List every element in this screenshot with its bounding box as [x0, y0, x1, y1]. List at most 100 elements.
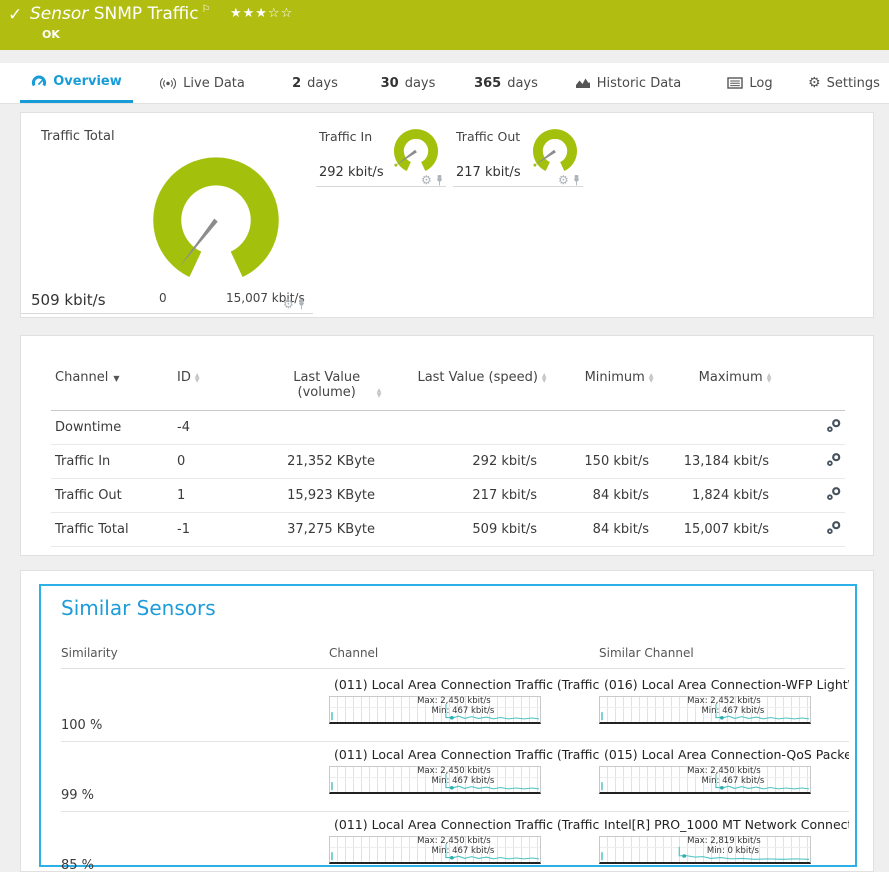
sensor-kind-label: Sensor	[30, 4, 88, 24]
tab-30-days[interactable]: 30 days	[376, 63, 440, 103]
similar-sensors-box: Similar Sensors Similarity Channel Simil…	[39, 584, 857, 867]
similarity-value: 100 %	[61, 718, 329, 741]
sort-desc-icon: ▼	[113, 374, 119, 383]
priority-stars[interactable]: ★★★☆☆	[230, 6, 293, 21]
sensor-name: SNMP Traffic	[94, 4, 199, 24]
col-last-value-speed[interactable]: Last Value (speed)▲▼	[401, 364, 563, 411]
similar-sensors-rows: 100 % (011) Local Area Connection Traffi…	[61, 672, 849, 872]
traffic-in-gauge	[387, 123, 445, 177]
gauges-panel: Traffic Total 0 15,007 kbit/s 509 kbit/s…	[20, 112, 874, 318]
gear-icon[interactable]: ⚙	[421, 174, 432, 186]
col-channel: Channel	[329, 646, 599, 660]
sort-icon: ▲▼	[195, 373, 200, 383]
col-similar-channel: Similar Channel	[599, 646, 845, 660]
sort-icon: ▲▼	[377, 388, 382, 398]
col-maximum[interactable]: Maximum▲▼	[675, 364, 795, 411]
status-badge: OK	[42, 28, 60, 41]
sort-icon: ▲▼	[649, 373, 654, 383]
gauge-total-actions: ⚙	[283, 298, 306, 310]
broadcast-icon	[159, 77, 177, 90]
col-last-value-volume[interactable]: Last Value (volume)▲▼	[261, 364, 401, 411]
similarity-value: 85 %	[61, 858, 329, 872]
similar-sensors-header: Similarity Channel Similar Channel	[61, 646, 845, 669]
tab-live-data[interactable]: Live Data	[152, 63, 252, 103]
gauge-total-value: 509 kbit/s	[31, 291, 106, 309]
table-row: Traffic Out 1 15,923 KByte 217 kbit/s 84…	[51, 479, 845, 513]
mini-graph: Max: 2,452 kbit/s Min: 467 kbit/s	[599, 696, 811, 724]
sensor-title: Sensor SNMP Traffic⚐ ★★★☆☆	[30, 4, 293, 24]
sensor-header: ✓ Sensor SNMP Traffic⚐ ★★★☆☆ OK	[0, 0, 889, 50]
channel-name: Traffic Out	[51, 479, 173, 513]
channel-name: Downtime	[51, 411, 173, 445]
mini-graph: Max: 2,450 kbit/s Min: 467 kbit/s	[599, 766, 811, 794]
channel-table-panel: Channel▼ ID▲▼ Last Value (volume)▲▼ Last…	[20, 335, 874, 556]
gauge-out-actions: ⚙	[558, 174, 581, 186]
similar-channel-link[interactable]: (016) Local Area Connection-WFP LightWei…	[599, 677, 849, 692]
gauge-in-title: Traffic In	[319, 129, 372, 144]
edit-channel-gears-icon[interactable]	[826, 520, 841, 535]
channel-link[interactable]: (011) Local Area Connection Traffic (Tra…	[329, 747, 599, 762]
gear-icon[interactable]: ⚙	[283, 298, 294, 310]
gauge-icon	[31, 75, 47, 88]
area-chart-icon	[575, 77, 591, 89]
pin-icon[interactable]	[435, 175, 444, 186]
col-minimum[interactable]: Minimum▲▼	[563, 364, 675, 411]
similar-channel-link[interactable]: (015) Local Area Connection-QoS Packet S…	[599, 747, 849, 762]
table-row: Traffic Total -1 37,275 KByte 509 kbit/s…	[51, 513, 845, 547]
similarity-value: 99 %	[61, 788, 329, 811]
channel-name: Traffic In	[51, 445, 173, 479]
gauge-in-value: 292 kbit/s	[319, 165, 384, 180]
col-id[interactable]: ID▲▼	[173, 364, 261, 411]
similar-channel-link[interactable]: Intel[R] PRO_1000 MT Network Connection …	[599, 817, 849, 832]
sort-icon: ▲▼	[767, 373, 772, 383]
graph-min-label: Min: 467 kbit/s	[386, 777, 540, 787]
gauge-in-actions: ⚙	[421, 174, 444, 186]
tab-overview[interactable]: Overview	[20, 63, 133, 103]
tab-log[interactable]: Log	[722, 63, 778, 103]
mini-graph: Max: 2,450 kbit/s Min: 467 kbit/s	[329, 696, 541, 724]
table-row: Downtime -4	[51, 411, 845, 445]
sort-icon: ▲▼	[542, 373, 547, 383]
mini-graph: Max: 2,450 kbit/s Min: 467 kbit/s	[329, 766, 541, 794]
gauge-min-label: 0	[159, 291, 167, 305]
traffic-out-gauge	[526, 123, 584, 177]
graph-min-label: Min: 0 kbit/s	[656, 847, 810, 857]
edit-channel-gears-icon[interactable]	[826, 486, 841, 501]
similar-row: 85 % (011) Local Area Connection Traffic…	[61, 812, 849, 872]
channel-link[interactable]: (011) Local Area Connection Traffic (Tra…	[329, 817, 599, 832]
edit-channel-gears-icon[interactable]	[826, 452, 841, 467]
edit-channel-gears-icon[interactable]	[826, 418, 841, 433]
channel-name: Traffic Total	[51, 513, 173, 547]
traffic-total-gauge	[133, 139, 299, 295]
graph-min-label: Min: 467 kbit/s	[386, 847, 540, 857]
log-list-icon	[727, 77, 743, 89]
prtg-sensor-page: ✓ Sensor SNMP Traffic⚐ ★★★☆☆ OK Overview…	[0, 0, 889, 872]
gauge-out-value: 217 kbit/s	[456, 165, 521, 180]
gauge-out-title: Traffic Out	[456, 129, 520, 144]
graph-min-label: Min: 467 kbit/s	[656, 707, 810, 717]
gear-icon[interactable]: ⚙	[558, 174, 569, 186]
gear-icon: ⚙	[808, 76, 821, 90]
similar-row: 100 % (011) Local Area Connection Traffi…	[61, 672, 849, 742]
similar-sensors-title: Similar Sensors	[61, 596, 216, 620]
graph-min-label: Min: 467 kbit/s	[656, 777, 810, 787]
graph-min-label: Min: 467 kbit/s	[386, 707, 540, 717]
channel-link[interactable]: (011) Local Area Connection Traffic (Tra…	[329, 677, 599, 692]
mini-graph: Max: 2,450 kbit/s Min: 467 kbit/s	[329, 836, 541, 864]
table-row: Traffic In 0 21,352 KByte 292 kbit/s 150…	[51, 445, 845, 479]
gauge-total-title: Traffic Total	[41, 129, 115, 144]
tab-historic-data[interactable]: Historic Data	[573, 63, 683, 103]
similar-row: 99 % (011) Local Area Connection Traffic…	[61, 742, 849, 812]
col-similarity: Similarity	[61, 646, 329, 660]
pin-icon[interactable]	[572, 175, 581, 186]
tab-bar: Overview Live Data 2 days 30 days 365 da…	[0, 63, 889, 104]
tab-2-days[interactable]: 2 days	[286, 63, 344, 103]
tab-365-days[interactable]: 365 days	[470, 63, 542, 103]
pin-icon[interactable]	[297, 299, 306, 310]
tab-settings[interactable]: ⚙ Settings	[808, 63, 880, 103]
similar-sensors-panel: Similar Sensors Similarity Channel Simil…	[20, 570, 874, 872]
mini-graph: Max: 2,819 kbit/s Min: 0 kbit/s	[599, 836, 811, 864]
col-channel[interactable]: Channel▼	[51, 364, 173, 411]
flag-icon[interactable]: ⚐	[202, 4, 211, 15]
channel-table: Channel▼ ID▲▼ Last Value (volume)▲▼ Last…	[51, 364, 845, 547]
